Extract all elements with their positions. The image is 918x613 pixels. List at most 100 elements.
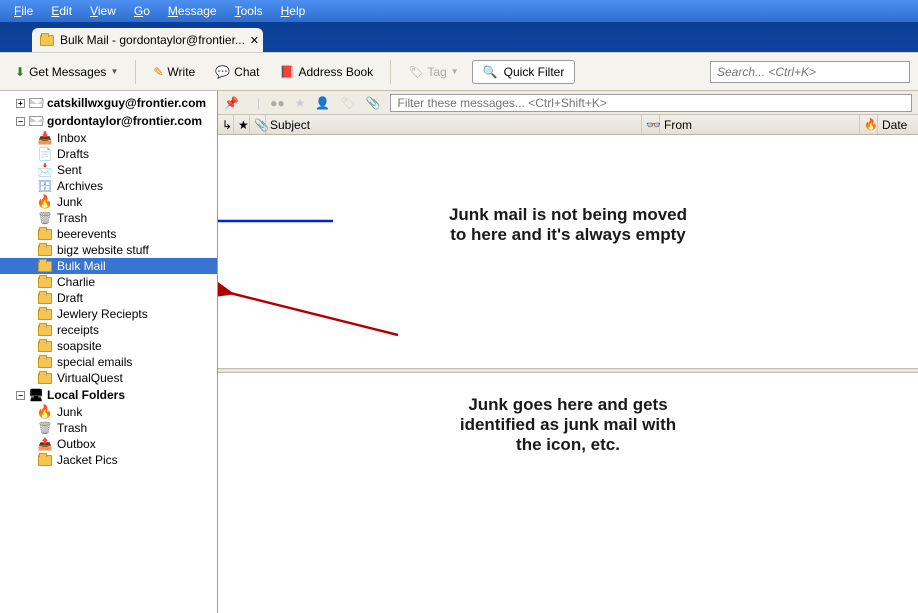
address-book-button[interactable]: 📕 Address Book: [273, 61, 381, 83]
folder-label: bigz website stuff: [57, 243, 149, 257]
attachment-filter-icon[interactable]: 📎: [366, 96, 381, 110]
folder-inbox[interactable]: 📥Inbox: [0, 130, 217, 146]
local-outbox[interactable]: 📤 Outbox: [0, 436, 217, 452]
annotation-bottom: Junk goes here and gets identified as ju…: [278, 395, 858, 455]
folder-junk[interactable]: 🔥Junk: [0, 194, 217, 210]
get-messages-label: Get Messages: [29, 65, 106, 79]
local-jacketpics[interactable]: Jacket Pics: [0, 452, 217, 468]
folder-label: soapsite: [57, 339, 102, 353]
arrow-blue: [218, 135, 918, 365]
col-attach[interactable]: 📎: [250, 115, 266, 134]
separator: [390, 60, 391, 84]
folder-label: special emails: [57, 355, 132, 369]
star-filter-icon[interactable]: ★: [295, 96, 306, 110]
message-filter-input[interactable]: [390, 94, 912, 112]
folder-receipts[interactable]: receipts: [0, 322, 217, 338]
pin-icon[interactable]: 📌: [224, 96, 239, 110]
chat-icon: 💬: [215, 65, 230, 79]
folder-sent[interactable]: 📩Sent: [0, 162, 217, 178]
quick-filter-button[interactable]: 🔍 Quick Filter: [472, 60, 576, 84]
local-trash[interactable]: 🗑 Trash: [0, 420, 217, 436]
close-icon[interactable]: ✕: [250, 34, 259, 47]
folder-icon: [38, 309, 52, 320]
menu-help[interactable]: Help: [272, 2, 315, 20]
menu-message[interactable]: Message: [159, 2, 226, 20]
col-from[interactable]: From: [660, 115, 860, 134]
annotation-top: Junk mail is not being moved to here and…: [273, 205, 863, 245]
menu-file[interactable]: File: [5, 2, 42, 20]
folder-soapsite[interactable]: soapsite: [0, 338, 217, 354]
folder-draft[interactable]: Draft: [0, 290, 217, 306]
folder-trash[interactable]: 🗑 Trash: [0, 210, 217, 226]
folder-jewlery[interactable]: Jewlery Reciepts: [0, 306, 217, 322]
folder-archives[interactable]: 🗄Archives: [0, 178, 217, 194]
col-thread[interactable]: ↳: [218, 115, 234, 134]
toolbar: ⬇ Get Messages ▼ ✎ Write 💬 Chat 📕 Addres…: [0, 52, 918, 90]
col-date[interactable]: Date: [878, 115, 918, 134]
chat-label: Chat: [234, 65, 259, 79]
folder-charlie[interactable]: Charlie: [0, 274, 217, 290]
expand-icon[interactable]: +: [16, 99, 25, 108]
contact-filter-icon[interactable]: 👤: [315, 96, 330, 110]
arrow-red: [218, 135, 918, 365]
addressbook-label: Address Book: [298, 65, 373, 79]
folder-special[interactable]: special emails: [0, 354, 217, 370]
folder-drafts[interactable]: 📄Drafts: [0, 146, 217, 162]
tag-icon: 🏷: [408, 65, 423, 79]
folder-label: Trash: [57, 421, 87, 435]
inbox-icon: 📥: [38, 131, 52, 145]
folder-label: Outbox: [57, 437, 96, 451]
book-icon: 📕: [280, 65, 295, 79]
folder-virtualquest[interactable]: VirtualQuest: [0, 370, 217, 386]
pencil-icon: ✎: [153, 65, 163, 79]
local-folders-label: Local Folders: [47, 388, 125, 402]
tab-bulk-mail[interactable]: Bulk Mail - gordontaylor@frontier... ✕: [32, 28, 263, 52]
chat-button[interactable]: 💬 Chat: [208, 61, 266, 83]
message-list[interactable]: Junk mail is not being moved to here and…: [218, 135, 918, 368]
archive-icon: 🗄: [38, 179, 52, 193]
tag-label: Tag: [427, 65, 446, 79]
account-gordontaylor[interactable]: − gordontaylor@frontier.com: [0, 112, 217, 130]
menu-edit[interactable]: Edit: [42, 2, 81, 20]
message-preview: Junk goes here and gets identified as ju…: [218, 373, 918, 613]
folder-label: Trash: [57, 211, 87, 225]
write-button[interactable]: ✎ Write: [146, 61, 202, 83]
search-input[interactable]: [710, 61, 910, 83]
folder-label: Jewlery Reciepts: [57, 307, 148, 321]
trash-icon: 🗑: [38, 211, 52, 225]
folder-icon: [38, 261, 52, 272]
folder-label: Junk: [57, 405, 82, 419]
unread-filter-icon[interactable]: ●●: [270, 96, 285, 110]
chevron-down-icon[interactable]: ▼: [451, 67, 459, 76]
account-catskill[interactable]: + catskillwxguy@frontier.com: [0, 94, 217, 112]
message-area: 📌 | ●● ★ 👤 🏷 📎 ↳ ★ 📎 Subject 👓 From 🔥 Da…: [218, 91, 918, 613]
collapse-icon[interactable]: −: [16, 391, 25, 400]
col-star[interactable]: ★: [234, 115, 250, 134]
mail-icon: [29, 98, 43, 108]
filter-bar: 📌 | ●● ★ 👤 🏷 📎: [218, 91, 918, 115]
folder-label: Draft: [57, 291, 83, 305]
menu-view[interactable]: View: [81, 2, 125, 20]
outbox-icon: 📤: [38, 437, 52, 451]
folder-tree: + catskillwxguy@frontier.com − gordontay…: [0, 91, 218, 613]
folder-bigz[interactable]: bigz website stuff: [0, 242, 217, 258]
folder-bulk-mail[interactable]: Bulk Mail: [0, 258, 217, 274]
folder-label: Jacket Pics: [57, 453, 118, 467]
menu-go[interactable]: Go: [125, 2, 159, 20]
folder-beerevents[interactable]: beerevents: [0, 226, 217, 242]
tag-button[interactable]: 🏷 Tag ▼: [401, 61, 466, 83]
col-subject[interactable]: Subject: [266, 115, 642, 134]
menu-tools[interactable]: Tools: [226, 2, 272, 20]
local-junk[interactable]: 🔥Junk: [0, 404, 217, 420]
download-icon: ⬇: [15, 65, 25, 79]
folder-icon: [40, 35, 54, 46]
col-read[interactable]: 👓: [642, 115, 660, 134]
trash-icon: 🗑: [38, 421, 52, 435]
get-messages-button[interactable]: ⬇ Get Messages ▼: [8, 61, 125, 83]
folder-label: Bulk Mail: [57, 259, 106, 273]
col-junk[interactable]: 🔥: [860, 115, 878, 134]
chevron-down-icon[interactable]: ▼: [110, 67, 118, 76]
collapse-icon[interactable]: −: [16, 117, 25, 126]
local-folders[interactable]: − 🖥 Local Folders: [0, 386, 217, 404]
tag-filter-icon[interactable]: 🏷: [340, 96, 355, 110]
